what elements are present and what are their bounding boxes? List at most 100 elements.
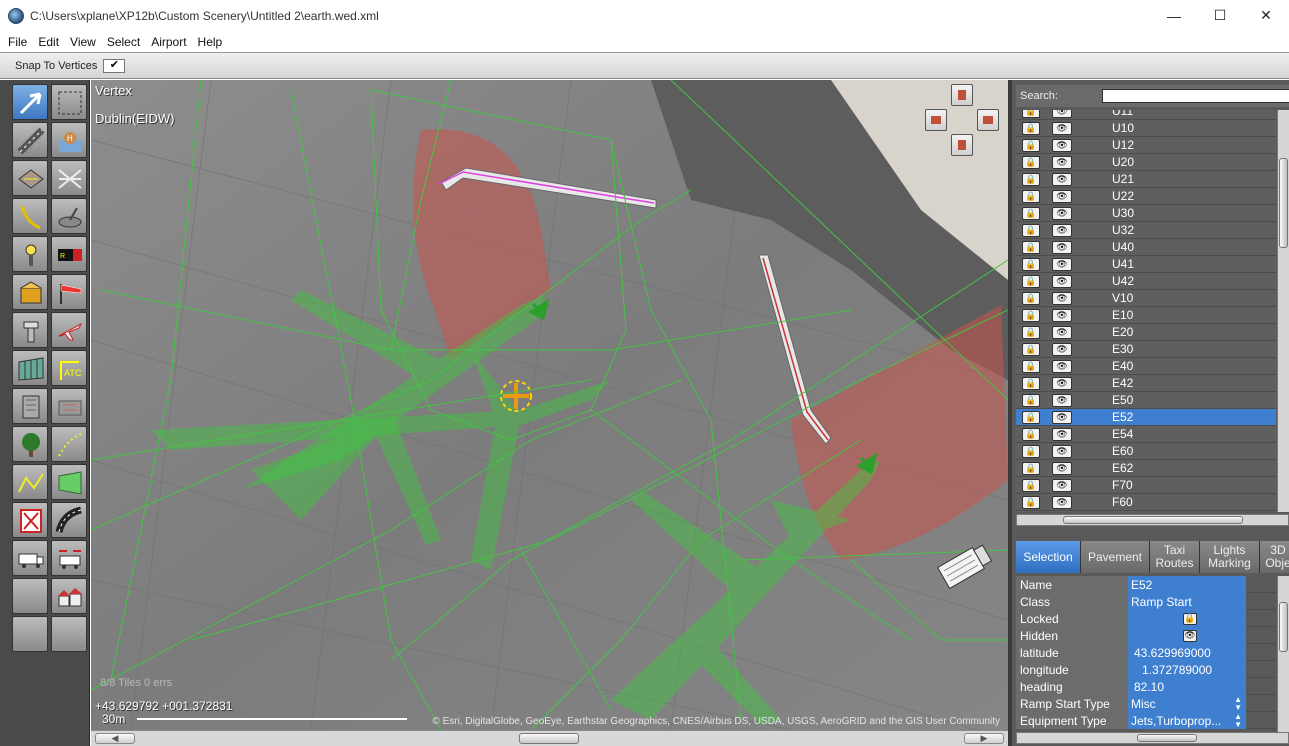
eye-icon[interactable]: 👁 — [1052, 240, 1072, 254]
lock-icon[interactable]: 🔒 — [1022, 427, 1040, 441]
menu-help[interactable]: Help — [194, 35, 227, 49]
eye-icon[interactable]: 👁 — [1052, 274, 1072, 288]
list-item[interactable]: 🔒 👁 E30 — [1016, 341, 1276, 358]
map-view[interactable]: Vertex Dublin(EIDW) 8/8 Tiles 0 errs +43… — [91, 80, 1008, 730]
list-item[interactable]: 🔒 👁 U22 — [1016, 188, 1276, 205]
tab-3d-objects[interactable]: 3D Obje — [1260, 541, 1289, 573]
building-tool-button[interactable] — [12, 388, 48, 424]
list-item[interactable]: 🔒 👁 U42 — [1016, 273, 1276, 290]
list-item[interactable]: 🔒 👁 U40 — [1016, 239, 1276, 256]
list-item[interactable]: 🔒 👁 U10 — [1016, 120, 1276, 137]
hierarchy-scroll-thumb[interactable] — [1279, 158, 1288, 248]
lock-icon[interactable]: 🔒 — [1022, 308, 1040, 322]
empty-tool-slot-1[interactable] — [12, 578, 48, 614]
pan-right-button[interactable] — [977, 109, 999, 131]
lock-icon[interactable]: 🔒 — [1022, 274, 1040, 288]
runway-tool-button[interactable] — [12, 122, 48, 158]
longitude-field[interactable]: 1.372789000 — [1128, 661, 1246, 678]
list-item[interactable]: 🔒 👁 E42 — [1016, 375, 1276, 392]
menu-select[interactable]: Select — [103, 35, 144, 49]
light-tool-button[interactable] — [12, 236, 48, 272]
list-item[interactable]: 🔒 👁 E20 — [1016, 324, 1276, 341]
eye-icon[interactable]: 👁 — [1052, 410, 1072, 424]
list-item[interactable]: 🔒 👁 F60 — [1016, 494, 1276, 511]
eye-icon[interactable]: 👁 — [1052, 172, 1072, 186]
eye-icon[interactable]: 👁 — [1052, 206, 1072, 220]
satellite-map-canvas[interactable] — [91, 80, 1008, 730]
hierarchy-hscroll-thumb[interactable] — [1063, 516, 1243, 524]
eye-icon[interactable]: 👁 — [1052, 110, 1072, 118]
helipad-tool-button[interactable]: H — [51, 122, 87, 158]
hierarchy-horizontal-scrollbar[interactable] — [1016, 514, 1289, 526]
forest-tool-button[interactable] — [12, 426, 48, 462]
snap-to-vertices-checkbox[interactable]: ✔ — [103, 58, 126, 73]
list-item[interactable]: 🔒 👁 U30 — [1016, 205, 1276, 222]
eye-icon[interactable]: 👁 — [1052, 427, 1072, 441]
line-tool-button[interactable] — [12, 464, 48, 500]
lock-icon[interactable]: 🔒 — [1022, 138, 1040, 152]
minimize-button[interactable]: — — [1151, 0, 1197, 31]
eye-icon[interactable]: 👁 — [1052, 461, 1072, 475]
lock-icon[interactable]: 🔒 — [1022, 359, 1040, 373]
eye-icon[interactable]: 👁 — [1052, 342, 1072, 356]
lock-icon[interactable]: 🔒 — [1183, 612, 1197, 625]
list-item[interactable]: 🔒 👁 U11 — [1016, 110, 1276, 120]
properties-hscroll-thumb[interactable] — [1137, 734, 1197, 742]
truck-parking-tool-button[interactable] — [12, 540, 48, 576]
lock-icon[interactable]: 🔒 — [1022, 410, 1040, 424]
properties-vertical-scrollbar[interactable] — [1277, 576, 1289, 732]
lock-icon[interactable]: 🔒 — [1022, 110, 1040, 118]
heading-field[interactable]: 82.10 — [1128, 678, 1246, 695]
marquee-tool-button[interactable] — [51, 84, 87, 120]
eye-icon[interactable]: 👁 — [1052, 121, 1072, 135]
pan-up-button[interactable] — [951, 84, 973, 106]
lock-icon[interactable]: 🔒 — [1022, 291, 1040, 305]
vertex-tool-button[interactable] — [12, 84, 48, 120]
list-item[interactable]: 🔒 👁 U12 — [1016, 137, 1276, 154]
properties-scroll-thumb[interactable] — [1279, 602, 1288, 652]
lock-icon[interactable]: 🔒 — [1022, 342, 1040, 356]
eye-icon[interactable]: 👁 — [1052, 257, 1072, 271]
list-item[interactable]: 🔒 👁 V10 — [1016, 290, 1276, 307]
lock-icon[interactable]: 🔒 — [1022, 257, 1040, 271]
atc-tool-button[interactable]: ATC — [51, 350, 87, 386]
close-button[interactable]: ✕ — [1243, 0, 1289, 31]
name-value-field[interactable]: E52 — [1128, 576, 1246, 593]
boundary-tool-button[interactable] — [51, 160, 87, 196]
road-tool-button[interactable] — [51, 502, 87, 538]
eye-icon[interactable]: 👁 — [1052, 393, 1072, 407]
maximize-button[interactable]: ☐ — [1197, 0, 1243, 31]
forest-block-tool-button[interactable] — [51, 388, 87, 424]
empty-tool-slot-2[interactable] — [12, 616, 48, 652]
list-item[interactable]: 🔒 👁 E60 — [1016, 443, 1276, 460]
eye-icon[interactable]: 👁 — [1052, 189, 1072, 203]
menu-view[interactable]: View — [66, 35, 100, 49]
list-item[interactable]: 🔒 👁 E62 — [1016, 460, 1276, 477]
lock-icon[interactable]: 🔒 — [1022, 121, 1040, 135]
facade-tool-button[interactable] — [12, 350, 48, 386]
village-tool-button[interactable] — [51, 578, 87, 614]
properties-horizontal-scrollbar[interactable] — [1016, 732, 1289, 744]
pan-left-button[interactable] — [925, 109, 947, 131]
eye-icon[interactable]: 👁 — [1052, 138, 1072, 152]
eye-icon[interactable]: 👁 — [1052, 291, 1072, 305]
ramp-start-type-select[interactable]: Misc ▲ ▼ — [1128, 695, 1246, 712]
hole-tool-button[interactable] — [51, 198, 87, 234]
eye-icon[interactable]: 👁 — [1052, 376, 1072, 390]
eye-icon[interactable]: 👁 — [1183, 629, 1197, 642]
lock-icon[interactable]: 🔒 — [1022, 206, 1040, 220]
list-item[interactable]: 🔒 👁 E52 — [1016, 409, 1276, 426]
lock-icon[interactable]: 🔒 — [1022, 461, 1040, 475]
lock-icon[interactable]: 🔒 — [1022, 495, 1040, 509]
object-tool-button[interactable] — [12, 274, 48, 310]
eye-icon[interactable]: 👁 — [1052, 155, 1072, 169]
sign-tool-button[interactable]: R — [51, 236, 87, 272]
list-item[interactable]: 🔒 👁 U32 — [1016, 222, 1276, 239]
list-item[interactable]: 🔒 👁 F70 — [1016, 477, 1276, 494]
list-item[interactable]: 🔒 👁 U21 — [1016, 171, 1276, 188]
hierarchy-list[interactable]: 🔒 👁 U11 🔒 👁 U10 🔒 👁 U12 🔒 👁 U20 🔒 👁 U21 🔒 👁 U22 🔒 👁 U30 🔒 👁 U32… — [1016, 110, 1276, 512]
taxiway-tool-button[interactable] — [12, 160, 48, 196]
tab-selection[interactable]: Selection — [1016, 541, 1081, 573]
eye-icon[interactable]: 👁 — [1052, 325, 1072, 339]
list-item[interactable]: 🔒 👁 E50 — [1016, 392, 1276, 409]
